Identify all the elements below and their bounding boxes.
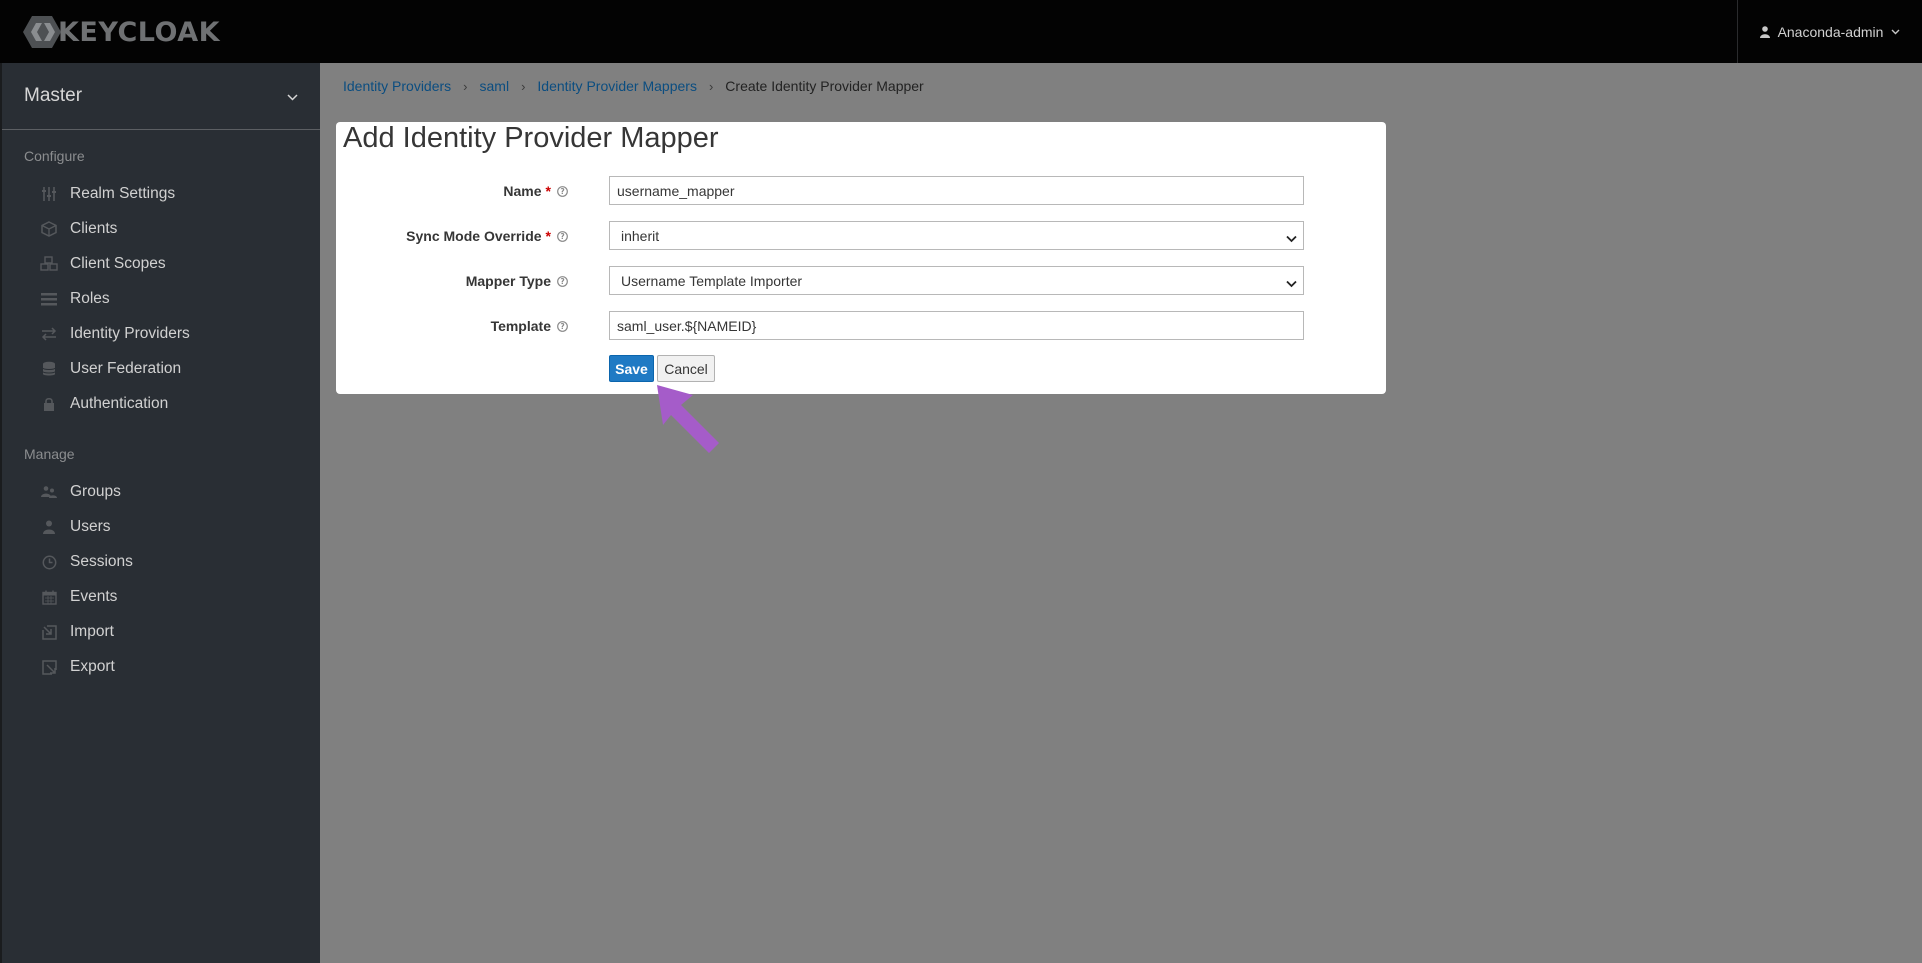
breadcrumb-identity-providers[interactable]: Identity Providers — [343, 78, 451, 94]
sidebar-item-user-federation[interactable]: User Federation — [40, 354, 181, 384]
sidebar-item-sessions[interactable]: Sessions — [40, 547, 133, 577]
breadcrumb-identity-provider-mappers[interactable]: Identity Provider Mappers — [537, 78, 697, 94]
name-label-text: Name — [503, 183, 542, 199]
template-field[interactable]: saml_user.${NAMEID} — [609, 311, 1304, 340]
svg-text:?: ? — [560, 187, 564, 196]
help-icon[interactable]: ? — [557, 275, 568, 287]
list-icon — [40, 291, 58, 307]
chevron-down-icon — [1286, 230, 1297, 246]
chevron-right-icon: › — [463, 78, 468, 94]
export-icon — [40, 659, 58, 675]
page-title: Add Identity Provider Mapper — [343, 122, 719, 154]
help-icon[interactable]: ? — [557, 320, 568, 332]
import-icon — [40, 624, 58, 640]
sidebar: Master Configure Realm Settings Clients … — [0, 63, 320, 963]
user-icon — [40, 519, 58, 535]
chevron-down-icon — [1286, 275, 1297, 291]
chevron-right-icon: › — [708, 78, 714, 94]
realm-selector[interactable]: Master — [2, 63, 320, 130]
sync-mode-row: Sync Mode Override * ? inherit — [336, 221, 1386, 251]
cube-icon — [40, 221, 58, 237]
svg-text:?: ? — [560, 277, 564, 286]
sidebar-item-label: Roles — [70, 290, 110, 307]
calendar-icon — [40, 589, 58, 605]
breadcrumb-saml[interactable]: saml — [480, 78, 510, 94]
sidebar-item-events[interactable]: Events — [40, 582, 117, 612]
chevron-down-icon — [287, 85, 298, 107]
sync-mode-label-text: Sync Mode Override — [406, 228, 542, 244]
sidebar-item-label: Sessions — [70, 553, 133, 570]
sidebar-item-label: Client Scopes — [70, 255, 166, 272]
cancel-button[interactable]: Cancel — [657, 355, 715, 382]
user-icon — [1759, 25, 1770, 38]
sidebar-item-label: Groups — [70, 483, 121, 500]
sidebar-item-import[interactable]: Import — [40, 617, 114, 647]
logo-text: KEYCLOAK — [58, 16, 221, 48]
name-row: Name * ? username_mapper — [336, 176, 1386, 206]
manage-section-title: Manage — [24, 446, 75, 462]
sidebar-item-label: Authentication — [70, 395, 169, 412]
help-icon[interactable]: ? — [557, 185, 568, 197]
svg-text:?: ? — [560, 232, 564, 241]
configure-section-title: Configure — [24, 148, 85, 164]
mapper-type-label: Mapper Type ? — [466, 273, 568, 289]
template-row: Template ? saml_user.${NAMEID} — [336, 311, 1386, 341]
realm-name: Master — [24, 85, 83, 106]
sidebar-item-client-scopes[interactable]: Client Scopes — [40, 249, 166, 279]
group-icon — [40, 484, 58, 500]
user-menu[interactable]: Anaconda-admin — [1737, 0, 1922, 63]
exchange-icon — [40, 326, 58, 342]
sidebar-item-roles[interactable]: Roles — [40, 284, 110, 314]
sliders-icon — [40, 186, 58, 202]
sidebar-item-users[interactable]: Users — [40, 512, 110, 542]
sidebar-item-realm-settings[interactable]: Realm Settings — [40, 179, 175, 209]
user-name: Anaconda-admin — [1777, 23, 1884, 40]
chevron-right-icon: › — [521, 78, 526, 94]
mapper-type-row: Mapper Type ? Username Template Importer — [336, 266, 1386, 296]
mapper-type-select[interactable]: Username Template Importer — [609, 266, 1304, 295]
mapper-type-label-text: Mapper Type — [465, 273, 551, 289]
breadcrumb: Identity Providers › saml › Identity Pro… — [343, 75, 924, 97]
sidebar-item-label: Events — [70, 588, 118, 605]
name-label: Name * ? — [503, 183, 568, 199]
template-label-text: Template — [490, 318, 551, 334]
name-field[interactable]: username_mapper — [609, 176, 1304, 205]
lock-icon — [40, 396, 58, 412]
sidebar-item-label: Realm Settings — [70, 185, 176, 202]
sync-mode-select[interactable]: inherit — [609, 221, 1304, 250]
sidebar-item-clients[interactable]: Clients — [40, 214, 117, 244]
top-header: KEYCLOAK Anaconda-admin — [0, 0, 1922, 63]
svg-text:?: ? — [560, 322, 564, 331]
mapper-type-value: Username Template Importer — [621, 272, 803, 289]
breadcrumb-current: Create Identity Provider Mapper — [725, 78, 924, 94]
main-content: Identity Providers › saml › Identity Pro… — [320, 63, 1922, 963]
sidebar-item-label: User Federation — [70, 360, 182, 377]
clock-icon — [40, 554, 58, 570]
sidebar-item-export[interactable]: Export — [40, 652, 115, 682]
keycloak-logo-icon — [22, 14, 62, 50]
sidebar-item-label: Export — [70, 658, 115, 675]
template-label: Template ? — [491, 318, 568, 334]
sync-mode-value: inherit — [621, 227, 660, 244]
required-marker: * — [545, 183, 551, 199]
mapper-form-card: Add Identity Provider Mapper Name * ? us… — [336, 122, 1386, 394]
chevron-down-icon — [1891, 29, 1900, 35]
cubes-icon — [40, 256, 58, 272]
required-marker: * — [545, 228, 551, 244]
help-icon[interactable]: ? — [557, 230, 568, 242]
sidebar-item-label: Clients — [70, 220, 118, 237]
pointer-arrow-icon — [657, 385, 719, 453]
sidebar-item-label: Users — [70, 518, 111, 535]
sidebar-item-authentication[interactable]: Authentication — [40, 389, 168, 419]
save-button[interactable]: Save — [609, 355, 654, 382]
sidebar-item-identity-providers[interactable]: Identity Providers — [40, 319, 190, 349]
database-icon — [40, 361, 58, 377]
keycloak-logo[interactable]: KEYCLOAK — [22, 14, 220, 50]
sidebar-item-label: Identity Providers — [70, 325, 190, 342]
sidebar-item-groups[interactable]: Groups — [40, 477, 121, 507]
sync-mode-label: Sync Mode Override * ? — [406, 228, 568, 244]
sidebar-item-label: Import — [70, 623, 114, 640]
